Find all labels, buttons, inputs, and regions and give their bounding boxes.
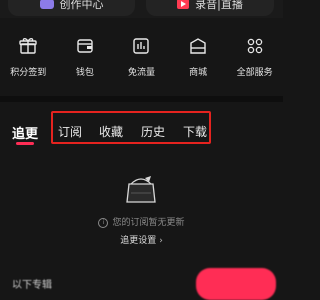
tabs-bar: 追更 订阅 收藏 历史 下载	[0, 102, 283, 152]
empty-message: i 您的订阅暂无更新	[0, 215, 283, 228]
service-points-checkin[interactable]: 积分签到	[0, 36, 56, 86]
data-free-icon	[133, 38, 150, 54]
empty-state: i 您的订阅暂无更新 追更设置 ›	[0, 168, 283, 248]
bottom-section-text: 以下专辑	[12, 280, 52, 291]
tab-history[interactable]: 历史	[141, 123, 165, 140]
follow-settings-link[interactable]: 追更设置 ›	[0, 233, 283, 246]
service-shop[interactable]: 商城	[170, 36, 226, 86]
grid-icon	[247, 38, 262, 54]
info-icon: i	[98, 218, 109, 228]
service-label: 免流量	[127, 68, 155, 78]
tab-favorites[interactable]: 收藏	[99, 123, 123, 140]
follow-settings-label: 追更设置	[120, 236, 157, 246]
live-icon	[177, 0, 190, 9]
empty-box-illustration	[126, 176, 156, 203]
record-live-button[interactable]: 录音|直播	[146, 0, 274, 16]
chevron-right-icon: ›	[159, 236, 163, 246]
service-all[interactable]: 全部服务	[227, 36, 283, 86]
bottom-action-button[interactable]	[196, 268, 276, 300]
service-data-free[interactable]: 免流量	[113, 36, 169, 86]
tab-follow-updates[interactable]: 追更	[12, 123, 38, 142]
creator-center-label: 创作中心	[59, 0, 104, 11]
service-label: 钱包	[75, 68, 94, 78]
wallet-icon	[77, 39, 93, 53]
service-label: 全部服务	[236, 68, 273, 78]
tab-downloads[interactable]: 下载	[183, 123, 207, 140]
services-row: 积分签到 钱包 免流量 商城 全部服务	[0, 36, 283, 86]
service-label: 积分签到	[10, 68, 47, 78]
service-label: 商城	[189, 68, 208, 78]
creator-icon	[39, 0, 54, 9]
active-tab-indicator	[16, 142, 34, 145]
empty-message-text: 您的订阅暂无更新	[112, 218, 185, 228]
tab-subscriptions[interactable]: 订阅	[58, 123, 82, 140]
creator-center-button[interactable]: 创作中心	[8, 0, 135, 16]
service-wallet[interactable]: 钱包	[57, 36, 113, 86]
record-live-label: 录音|直播	[195, 0, 243, 11]
shop-icon	[190, 38, 206, 54]
gift-icon	[19, 38, 37, 54]
